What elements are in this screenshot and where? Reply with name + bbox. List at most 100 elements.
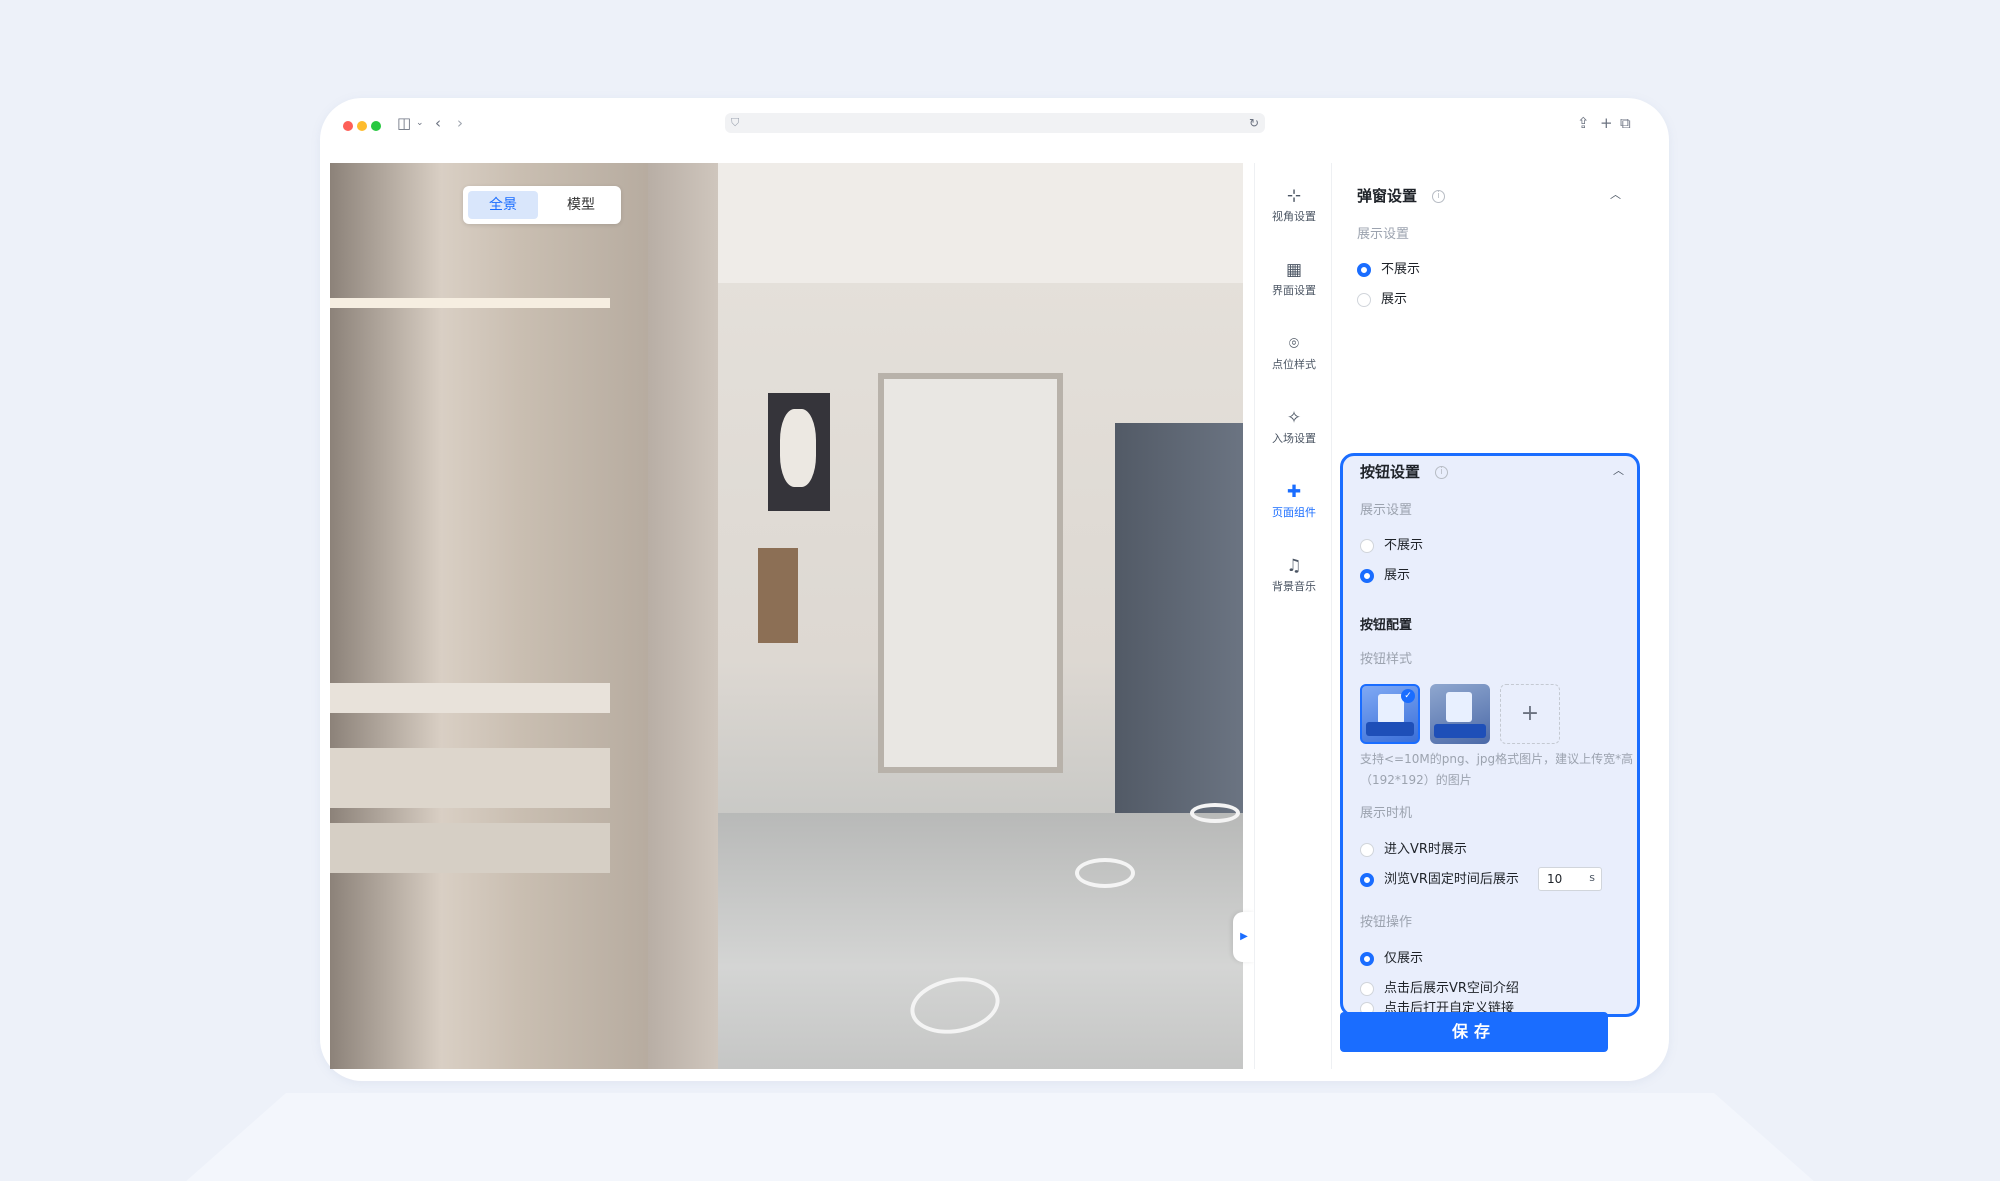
sidebar-item-background-music[interactable]: ♫ 背景音乐	[1255, 553, 1333, 613]
vr-card-icon	[1378, 694, 1404, 724]
sidebar-toggle-icon[interactable]: ◫	[397, 112, 411, 134]
save-button[interactable]: 保存	[1340, 1012, 1608, 1052]
browser-window: ◫ ⌄ ‹ › ⛉ ↻ ⇪ + ⧉ 全景 模型 ▶ ⊹ 视角设置 ▦ 界面设置 …	[320, 98, 1669, 1081]
share-icon[interactable]: ⇪	[1577, 112, 1590, 134]
sidebar-item-entry-settings[interactable]: ✧ 入场设置	[1255, 405, 1333, 465]
button-style-label: 按钮样式	[1360, 652, 1413, 667]
music-note-icon: ♫	[1286, 556, 1302, 576]
timing-option-enter[interactable]: 进入VR时展示	[1360, 840, 1510, 860]
thumbnail-badge	[1366, 722, 1414, 736]
base-plate	[150, 1093, 1850, 1181]
radio-button[interactable]	[1360, 982, 1374, 996]
address-bar[interactable]: ⛉ ↻	[725, 113, 1265, 133]
add-style-button[interactable]: +	[1500, 684, 1560, 744]
plus-icon: +	[1520, 701, 1540, 726]
sidebar-item-label: 背景音乐	[1272, 580, 1316, 593]
radio-label: 点击后打开自定义链接	[1384, 1001, 1515, 1013]
button-option-hide[interactable]: 不展示	[1360, 536, 1460, 556]
tab-panorama[interactable]: 全景	[468, 191, 538, 219]
back-icon[interactable]: ‹	[435, 112, 441, 134]
action-label: 按钮操作	[1360, 915, 1413, 930]
wall-pillar	[648, 163, 718, 1069]
sidebar-item-label: 页面组件	[1272, 506, 1316, 519]
button-display-label: 展示设置	[1360, 503, 1413, 518]
shield-icon: ⛉	[731, 116, 740, 129]
check-icon: ✓	[1401, 689, 1415, 703]
tab-model[interactable]: 模型	[546, 191, 616, 219]
button-settings-title: 按钮设置	[1360, 463, 1421, 481]
sidebar-item-point-style[interactable]: ⌾ 点位样式	[1255, 331, 1333, 391]
focus-icon: ⊹	[1286, 186, 1302, 206]
tabs-overview-icon[interactable]: ⧉	[1620, 112, 1631, 134]
reload-icon[interactable]: ↻	[1249, 114, 1259, 132]
action-option-custom-link[interactable]: 点击后打开自定义链接	[1360, 999, 1560, 1013]
popup-option-show[interactable]: 展示	[1357, 290, 1457, 310]
closet-drawer	[330, 748, 610, 808]
panorama-viewer[interactable]: 全景 模型	[330, 163, 1243, 1069]
popup-settings-title: 弹窗设置	[1357, 187, 1418, 205]
radio-label: 展示	[1381, 292, 1408, 307]
button-option-show[interactable]: 展示	[1360, 566, 1460, 586]
sidebar-item-label: 视角设置	[1272, 210, 1316, 223]
new-tab-icon[interactable]: +	[1600, 112, 1613, 134]
button-style-thumbnail[interactable]	[1430, 684, 1490, 744]
radio-button[interactable]	[1360, 952, 1374, 966]
doorway	[878, 373, 1063, 773]
radio-label: 展示	[1384, 568, 1411, 583]
popup-option-hide[interactable]: 不展示	[1357, 260, 1457, 280]
sparkle-icon: ✧	[1286, 408, 1302, 428]
timing-option-delay[interactable]: 浏览VR固定时间后展示 10 s	[1360, 867, 1630, 891]
wall-art	[768, 393, 830, 511]
sidebar-item-page-components[interactable]: ✚ 页面组件	[1255, 479, 1333, 539]
delay-seconds-field[interactable]: 10 s	[1538, 867, 1602, 891]
marble-floor	[718, 813, 1243, 1069]
radio-button[interactable]	[1360, 569, 1374, 583]
location-pin-icon: ⌾	[1288, 334, 1300, 354]
maximize-window-button[interactable]	[371, 121, 381, 131]
sidebar-item-view-settings[interactable]: ⊹ 视角设置	[1255, 183, 1333, 243]
layout-icon: ▦	[1285, 260, 1303, 280]
thumbnail-badge	[1434, 724, 1486, 738]
radio-label: 点击后展示VR空间介绍	[1384, 981, 1519, 996]
radio-button[interactable]	[1357, 293, 1371, 307]
settings-panel: 弹窗设置 i ︿ 展示设置 不展示 展示 按钮设置 i ︿ 展示设置 不展示 展…	[1332, 163, 1659, 1069]
radio-label: 进入VR时展示	[1384, 842, 1467, 857]
settings-sidenav: ⊹ 视角设置 ▦ 界面设置 ⌾ 点位样式 ✧ 入场设置 ✚ 页面组件 ♫ 背景音…	[1254, 163, 1332, 1069]
action-option-space-intro[interactable]: 点击后展示VR空间介绍	[1360, 979, 1560, 999]
popup-display-label: 展示设置	[1357, 227, 1410, 242]
radio-label: 浏览VR固定时间后展示	[1384, 872, 1519, 887]
collapse-panel-button[interactable]: ▶	[1233, 912, 1255, 962]
radio-button[interactable]	[1360, 539, 1374, 553]
forward-icon[interactable]: ›	[457, 112, 463, 134]
upload-hint: 支持<=10M的png、jpg格式图片，建议上传宽*高（192*192）的图片	[1360, 752, 1634, 787]
wall-art	[758, 548, 798, 643]
minimize-window-button[interactable]	[357, 121, 367, 131]
close-window-button[interactable]	[343, 121, 353, 131]
timing-label: 展示时机	[1360, 806, 1413, 821]
contact-card-icon	[1446, 692, 1472, 722]
info-icon[interactable]: i	[1432, 190, 1445, 203]
browser-titlebar: ◫ ⌄ ‹ › ⛉ ↻ ⇪ + ⧉	[320, 98, 1669, 150]
hotspot-icon[interactable]	[1190, 803, 1240, 823]
info-icon[interactable]: i	[1435, 466, 1448, 479]
hotspot-icon[interactable]	[1075, 858, 1135, 888]
button-style-thumbnail[interactable]: ✓	[1360, 684, 1420, 744]
radio-button[interactable]	[1357, 263, 1371, 277]
sidebar-item-label: 界面设置	[1272, 284, 1316, 297]
radio-button[interactable]	[1360, 843, 1374, 857]
chevron-up-icon[interactable]: ︿	[1613, 464, 1624, 478]
closet-shelf	[330, 683, 610, 713]
radio-button[interactable]	[1360, 873, 1374, 887]
sidebar-item-interface-settings[interactable]: ▦ 界面设置	[1255, 257, 1333, 317]
view-mode-tabs: 全景 模型	[463, 186, 621, 224]
delay-seconds-unit: s	[1589, 871, 1595, 884]
action-option-display-only[interactable]: 仅展示	[1360, 949, 1460, 969]
chevron-up-icon[interactable]: ︿	[1610, 188, 1621, 202]
radio-label: 不展示	[1381, 262, 1421, 277]
ceiling	[718, 163, 1243, 283]
chevron-down-icon[interactable]: ⌄	[416, 112, 424, 134]
sidebar-item-label: 入场设置	[1272, 432, 1316, 445]
shelf-light	[330, 298, 610, 308]
radio-label: 不展示	[1384, 538, 1424, 553]
closet-drawer	[330, 823, 610, 873]
